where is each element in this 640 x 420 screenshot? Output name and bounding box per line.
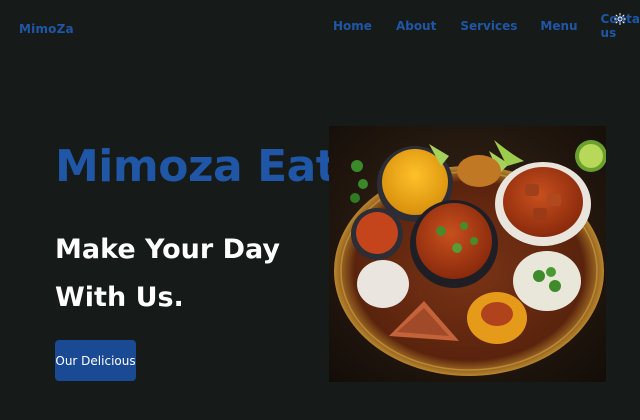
site-logo[interactable]: MimoZa <box>19 22 74 36</box>
our-delicious-button[interactable]: Our Delicious <box>55 340 136 381</box>
nav-menu-link[interactable]: Menu <box>540 19 577 33</box>
hero-subtitle-line1: Make Your Day <box>55 234 280 265</box>
hero-subtitle-line2: With Us. <box>55 282 184 313</box>
nav-home-link[interactable]: Home <box>333 19 372 33</box>
main-nav: Home About Services Menu Contact us <box>333 12 640 40</box>
hero-subtitle: Make Your Day With Us. <box>55 226 295 322</box>
nav-services-link[interactable]: Services <box>460 19 517 33</box>
hero-title: Mimoza Eats <box>55 141 363 192</box>
nav-about-link[interactable]: About <box>396 19 436 33</box>
sun-icon[interactable] <box>613 12 627 26</box>
food-platter-image <box>329 126 606 382</box>
